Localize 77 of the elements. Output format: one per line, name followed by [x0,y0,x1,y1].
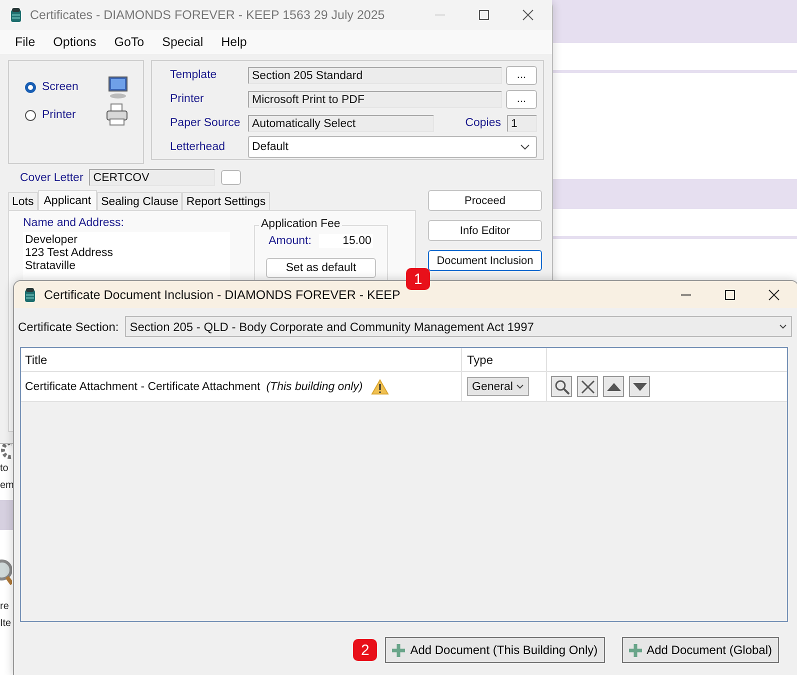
column-header: Type [462,348,547,371]
printer-icon [105,103,129,127]
window-title: Certificates - DIAMONDS FOREVER - KEEP 1563 29 July 2025 [30,8,385,22]
field-label: Name and Address: [23,217,126,229]
readonly-field: Microsoft Print to PDF [248,90,502,108]
menu-item[interactable]: GoTo [105,35,154,49]
background-label: to [0,462,8,476]
field-label: Amount: [268,235,312,247]
field-label: Copies [465,117,501,129]
field-label: Paper Source [170,117,242,129]
tab[interactable]: Report Settings [182,192,270,210]
chevron-down-icon [520,144,530,150]
section-dropdown[interactable]: Section 205 - QLD - Body Corporate and Community Management Act 1997 [124,316,792,337]
close-icon[interactable] [522,9,534,21]
field-label: Cover Letter [20,172,84,184]
tab[interactable]: Applicant [38,190,98,210]
callout-badge: 1 [406,268,430,290]
maximize-icon[interactable] [478,9,490,21]
scope-note: (This building only) [266,380,363,392]
document-title: Certificate Attachment - Certificate Attachment [25,380,260,392]
background-label: em [0,479,14,493]
address-line: 123 Test Address [25,247,114,260]
header-band [0,500,13,530]
set-default-button[interactable]: Set as default [266,258,376,278]
readonly-field: Automatically Select [248,114,434,132]
window-title: Certificate Document Inclusion - DIAMONDS FOREVER - KEEP [44,288,400,302]
menu-item[interactable]: File [6,35,44,49]
type-dropdown[interactable]: General [467,377,529,396]
column-header: Title [21,348,462,371]
background-label: re [0,600,9,614]
search-icon [554,378,570,394]
delete-button[interactable] [577,376,598,397]
tab[interactable]: Sealing Clause [97,192,182,210]
action-button[interactable]: Document Inclusion [428,250,542,271]
radio-circle[interactable] [25,110,36,120]
field-label: Certificate Section: [18,320,119,334]
plus-icon [392,644,406,656]
address-line: Developer [25,234,78,247]
radio-button[interactable]: Screen [25,81,78,93]
amount-field[interactable]: 15.00 [319,234,374,248]
readonly-field: CERTCOV [89,169,216,186]
readonly-field: Section 205 Standard [248,66,502,84]
menu-item[interactable]: Options [44,35,106,49]
move-up-button[interactable] [603,376,624,397]
address-line: Strataville [25,260,76,273]
add-document-button[interactable]: Add Document (Global) [622,637,779,663]
field-label: Letterhead [170,141,226,153]
chevron-down-icon [779,324,787,329]
action-button[interactable]: Proceed [428,190,542,211]
move-down-button[interactable] [629,376,650,397]
background-label: Ite [0,617,12,631]
group-title: Application Fee [259,218,342,230]
close-icon [580,380,594,394]
dropdown[interactable]: Default [248,136,537,158]
menu-item[interactable]: Special [153,35,212,49]
plus-icon [628,644,642,656]
triangle-down-icon [632,382,648,392]
app-icon [24,286,36,302]
app-icon [10,7,22,23]
field-label: Printer [170,93,205,105]
close-icon[interactable] [768,288,780,300]
callout-badge: 2 [353,639,378,661]
search-button[interactable] [551,376,572,397]
radio-button[interactable]: Printer [25,109,76,121]
add-document-button[interactable]: Add Document (This Building Only) [385,637,605,663]
menu-item[interactable]: Help [212,35,256,49]
radio-circle[interactable] [25,82,36,92]
monitor-icon [107,75,129,99]
maximize-icon[interactable] [724,288,736,300]
triangle-up-icon [606,382,622,392]
chevron-down-icon [516,384,524,389]
action-button[interactable]: Info Editor [428,220,542,241]
browse-button[interactable]: ... [506,90,537,108]
field-label: Template [170,69,218,81]
tab[interactable]: Lots [8,192,38,210]
copies-field[interactable]: 1 [507,114,537,132]
browse-button[interactable]: ... [506,66,537,84]
